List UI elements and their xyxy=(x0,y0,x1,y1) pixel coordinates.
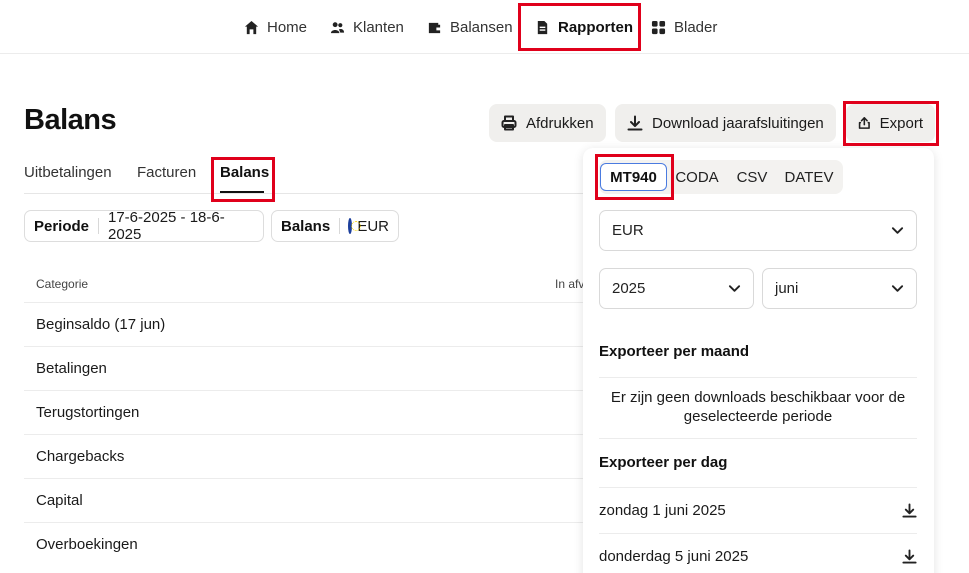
download-button-label: Download jaarafsluitingen xyxy=(652,114,824,132)
period-filter-value: 17-6-2025 - 18-6-2025 xyxy=(108,209,225,243)
year-select-value: 2025 xyxy=(612,280,646,297)
table-row[interactable]: Terugstortingen xyxy=(24,390,584,434)
table-cell-category: Terugstortingen xyxy=(36,404,140,421)
table-row[interactable]: Capital xyxy=(24,478,584,522)
month-select[interactable]: juni xyxy=(762,268,917,309)
download-annual-button[interactable]: Download jaarafsluitingen xyxy=(615,104,836,142)
table-row[interactable]: Beginsaldo (17 jun) xyxy=(24,302,584,346)
share-upload-icon xyxy=(858,117,870,129)
format-option-coda[interactable]: CODA xyxy=(671,163,723,191)
export-per-day-title: Exporteer per dag xyxy=(599,454,728,471)
download-icon[interactable] xyxy=(902,548,917,564)
grid-icon xyxy=(651,20,666,34)
day-download-label: zondag 1 juni 2025 xyxy=(599,501,726,519)
tab-facturen[interactable]: Facturen xyxy=(137,164,196,181)
period-filter[interactable]: Periode 17-6-2025 - 18-6-2025 xyxy=(24,209,264,243)
nav-item-balansen[interactable]: Balansen xyxy=(427,0,513,54)
download-icon[interactable] xyxy=(902,502,917,518)
tab-balans[interactable]: Balans xyxy=(220,164,269,181)
divider xyxy=(599,533,917,534)
balance-filter-label: Balans xyxy=(281,217,331,235)
export-button[interactable]: Export xyxy=(846,104,935,142)
chevron-down-icon xyxy=(891,227,904,234)
divider xyxy=(599,438,917,439)
currency-select-value: EUR xyxy=(612,222,644,239)
print-button-label: Afdrukken xyxy=(526,114,594,132)
format-option-csv[interactable]: CSV xyxy=(731,163,773,191)
format-option-datev[interactable]: DATEV xyxy=(781,163,837,191)
nav-item-klanten[interactable]: Klanten xyxy=(330,0,404,54)
download-icon xyxy=(627,115,643,131)
table-cell-category: Overboekingen xyxy=(36,536,138,553)
eu-flag-icon xyxy=(348,218,362,234)
active-tab-indicator xyxy=(220,191,264,193)
users-icon xyxy=(330,21,345,33)
table-cell-category: Capital xyxy=(36,492,83,509)
column-header-in-afwikkeling: In afv xyxy=(555,277,585,291)
tab-uitbetalingen[interactable]: Uitbetalingen xyxy=(24,164,112,181)
no-downloads-message: Er zijn geen downloads beschikbaar voor … xyxy=(610,389,906,425)
column-header-categorie: Categorie xyxy=(36,277,89,291)
currency-select[interactable]: EUR xyxy=(599,210,917,251)
chevron-down-icon xyxy=(728,285,741,292)
table-cell-category: Beginsaldo (17 jun) xyxy=(36,316,166,333)
divider xyxy=(599,377,917,378)
period-filter-label: Periode xyxy=(34,217,90,235)
print-button[interactable]: Afdrukken xyxy=(489,104,606,142)
nav-item-rapporten[interactable]: Rapporten xyxy=(535,0,633,54)
table-cell-category: Chargebacks xyxy=(36,448,125,465)
day-download-row[interactable]: donderdag 5 juni 2025 xyxy=(599,545,917,567)
wallet-icon xyxy=(428,22,441,33)
top-navigation: Home Klanten Balansen Rapporten Blader xyxy=(0,0,969,54)
home-icon xyxy=(244,20,259,34)
table-cell-category: Betalingen xyxy=(36,360,107,377)
format-option-mt940[interactable]: MT940 xyxy=(600,163,667,191)
nav-item-label: Home xyxy=(267,18,308,36)
document-icon xyxy=(537,20,548,34)
month-select-value: juni xyxy=(775,280,799,297)
chevron-down-icon xyxy=(891,285,904,292)
table-row[interactable]: Overboekingen xyxy=(24,522,584,566)
export-per-month-title: Exporteer per maand xyxy=(599,343,750,360)
table-row[interactable]: Chargebacks xyxy=(24,434,584,478)
nav-item-label: Blader xyxy=(674,18,718,36)
export-button-label: Export xyxy=(879,114,923,132)
divider xyxy=(599,487,917,488)
nav-item-label: Klanten xyxy=(353,18,404,36)
filter-separator xyxy=(98,218,99,234)
export-panel: MT940 CODA CSV DATEV EUR 2025 juni Expor… xyxy=(583,148,934,573)
nav-item-blader[interactable]: Blader xyxy=(651,0,717,54)
table-row[interactable]: Betalingen xyxy=(24,346,584,390)
balance-filter-value: EUR xyxy=(357,217,389,235)
day-download-label: donderdag 5 juni 2025 xyxy=(599,547,749,565)
printer-icon xyxy=(501,115,517,131)
nav-item-label: Rapporten xyxy=(558,18,633,36)
year-select[interactable]: 2025 xyxy=(599,268,754,309)
page-title: Balans xyxy=(24,104,117,136)
day-download-row[interactable]: zondag 1 juni 2025 xyxy=(599,499,917,521)
nav-item-home[interactable]: Home xyxy=(244,0,307,54)
nav-item-label: Balansen xyxy=(450,18,513,36)
balance-currency-filter[interactable]: Balans EUR xyxy=(271,210,399,242)
